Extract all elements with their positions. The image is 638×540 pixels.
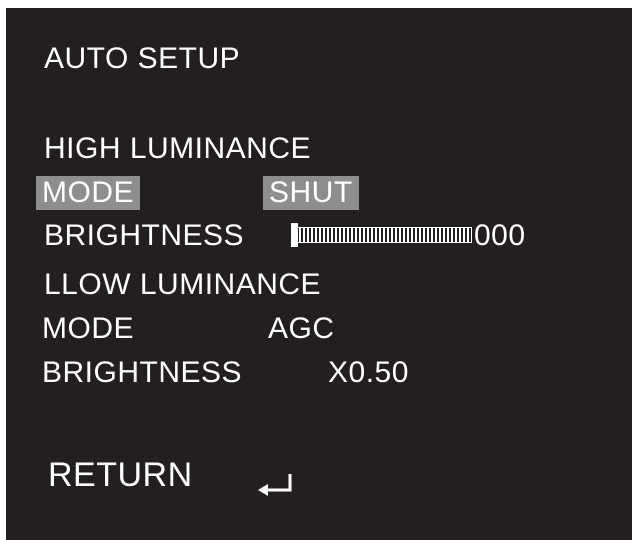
- high-brightness-label[interactable]: BRIGHTNESS: [44, 219, 244, 253]
- low-mode-label[interactable]: MODE: [42, 312, 134, 346]
- low-luminance-heading: LLOW LUMINANCE: [44, 268, 322, 301]
- return-item[interactable]: RETURN: [48, 456, 193, 494]
- enter-arrow-icon: [258, 474, 292, 496]
- high-mode-value[interactable]: SHUT: [263, 176, 359, 210]
- high-luminance-heading: HIGH LUMINANCE: [44, 132, 312, 165]
- high-mode-label[interactable]: MODE: [36, 176, 140, 210]
- osd-menu: AUTO SETUP HIGH LUMINANCE MODE SHUT BRIG…: [6, 8, 632, 540]
- high-brightness-value: 000: [474, 219, 526, 252]
- low-brightness-value[interactable]: X0.50: [328, 356, 409, 390]
- page-title: AUTO SETUP: [44, 42, 241, 75]
- slider-track: [294, 227, 472, 243]
- high-brightness-slider[interactable]: [288, 220, 472, 248]
- slider-knob[interactable]: [291, 223, 298, 247]
- low-mode-value[interactable]: AGC: [268, 312, 335, 346]
- low-brightness-label[interactable]: BRIGHTNESS: [42, 356, 242, 390]
